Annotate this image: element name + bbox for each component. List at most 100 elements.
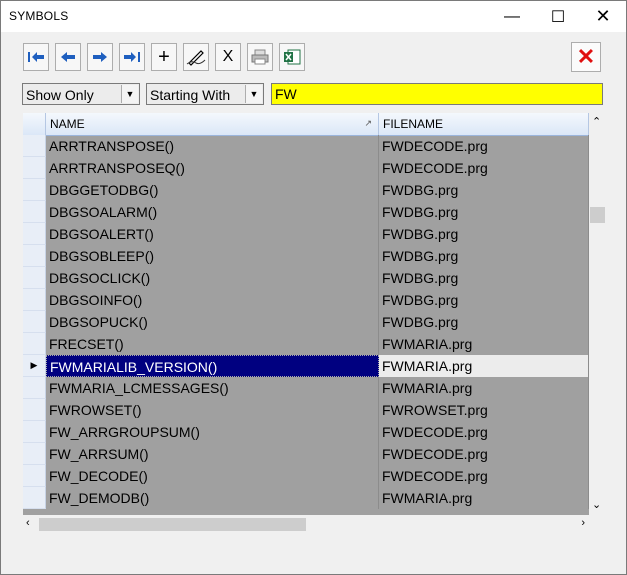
table-row[interactable]: FW_ARRGROUPSUM() FWDECODE.prg xyxy=(23,421,589,443)
row-selector[interactable] xyxy=(23,135,46,157)
table-row[interactable]: FW_ARRSUM() FWDECODE.prg xyxy=(23,443,589,465)
cell-filename[interactable]: FWDBG.prg xyxy=(379,245,589,267)
column-header-label: FILENAME xyxy=(383,117,444,131)
previous-record-icon xyxy=(60,51,76,63)
previous-record-button[interactable] xyxy=(55,43,81,71)
excel-export-button[interactable] xyxy=(279,43,305,71)
scroll-right-icon[interactable]: › xyxy=(581,517,585,529)
cell-filename[interactable]: FWDECODE.prg xyxy=(379,421,589,443)
cell-name[interactable]: DBGSOBLEEP() xyxy=(46,245,379,267)
row-selector[interactable] xyxy=(23,179,46,201)
delete-button[interactable]: X xyxy=(215,43,241,71)
row-selector[interactable] xyxy=(23,245,46,267)
row-selector[interactable] xyxy=(23,399,46,421)
row-selector[interactable] xyxy=(23,421,46,443)
horizontal-scrollbar[interactable]: ‹ › xyxy=(23,515,589,533)
filter-mode-value: Show Only xyxy=(26,87,94,103)
scroll-up-icon[interactable]: ⌃ xyxy=(592,115,601,128)
cell-name[interactable]: DBGSOALARM() xyxy=(46,201,379,223)
table-row[interactable]: DBGSOINFO() FWDBG.prg xyxy=(23,289,589,311)
table-row[interactable]: ARRTRANSPOSEQ() FWDECODE.prg xyxy=(23,157,589,179)
next-record-button[interactable] xyxy=(87,43,113,71)
table-row[interactable]: FW_DECODE() FWDECODE.prg xyxy=(23,465,589,487)
cell-filename[interactable]: FWMARIA.prg xyxy=(379,355,589,377)
first-record-button[interactable] xyxy=(23,43,49,71)
cell-name[interactable]: FWMARIALIB_VERSION() xyxy=(46,355,379,377)
cell-filename[interactable]: FWMARIA.prg xyxy=(379,333,589,355)
row-selector[interactable] xyxy=(23,487,46,509)
row-selector[interactable] xyxy=(23,223,46,245)
row-selector[interactable] xyxy=(23,289,46,311)
cell-name[interactable]: FW_ARRSUM() xyxy=(46,443,379,465)
cell-filename[interactable]: FWDECODE.prg xyxy=(379,465,589,487)
scroll-left-icon[interactable]: ‹ xyxy=(26,517,30,529)
cell-filename[interactable]: FWDBG.prg xyxy=(379,179,589,201)
column-header-filename[interactable]: FILENAME xyxy=(379,113,589,135)
cell-filename[interactable]: FWDECODE.prg xyxy=(379,135,589,157)
next-record-icon xyxy=(92,51,108,63)
row-selector[interactable] xyxy=(23,377,46,399)
cell-name[interactable]: DBGSOPUCK() xyxy=(46,311,379,333)
row-selector[interactable] xyxy=(23,443,46,465)
row-selector[interactable] xyxy=(23,311,46,333)
table-row[interactable]: DBGSOALARM() FWDBG.prg xyxy=(23,201,589,223)
last-record-icon xyxy=(123,51,141,63)
row-selector[interactable] xyxy=(23,267,46,289)
cell-filename[interactable]: FWMARIA.prg xyxy=(379,487,589,509)
minimize-button[interactable]: — xyxy=(489,1,535,32)
cell-name[interactable]: DBGGETODBG() xyxy=(46,179,379,201)
search-input[interactable] xyxy=(271,83,603,105)
print-button[interactable] xyxy=(247,43,273,71)
row-selector[interactable] xyxy=(23,465,46,487)
table-row[interactable]: FW_DEMODB() FWMARIA.prg xyxy=(23,487,589,509)
match-type-select[interactable]: Starting With ▼ xyxy=(146,83,264,105)
cell-name[interactable]: FRECSET() xyxy=(46,333,379,355)
cell-name[interactable]: FWMARIA_LCMESSAGES() xyxy=(46,377,379,399)
table-row[interactable]: FRECSET() FWMARIA.prg xyxy=(23,333,589,355)
cell-filename[interactable]: FWROWSET.prg xyxy=(379,399,589,421)
row-selector[interactable]: ▶ xyxy=(23,355,46,377)
last-record-button[interactable] xyxy=(119,43,145,71)
cell-filename[interactable]: FWDBG.prg xyxy=(379,289,589,311)
cell-filename[interactable]: FWDBG.prg xyxy=(379,201,589,223)
table-row[interactable]: DBGSOPUCK() FWDBG.prg xyxy=(23,311,589,333)
cell-filename[interactable]: FWDBG.prg xyxy=(379,311,589,333)
column-header-name[interactable]: NAME ↗ xyxy=(46,113,379,135)
cell-filename[interactable]: FWDBG.prg xyxy=(379,267,589,289)
cell-filename[interactable]: FWMARIA.prg xyxy=(379,377,589,399)
cell-name[interactable]: DBGSOCLICK() xyxy=(46,267,379,289)
cell-name[interactable]: FW_DECODE() xyxy=(46,465,379,487)
add-button[interactable]: + xyxy=(151,43,177,71)
table-row[interactable]: DBGGETODBG() FWDBG.prg xyxy=(23,179,589,201)
row-selector[interactable] xyxy=(23,201,46,223)
cell-name[interactable]: ARRTRANSPOSEQ() xyxy=(46,157,379,179)
cell-name[interactable]: ARRTRANSPOSE() xyxy=(46,135,379,157)
row-selector[interactable] xyxy=(23,333,46,355)
scroll-thumb[interactable] xyxy=(39,518,306,531)
row-selector[interactable] xyxy=(23,157,46,179)
filter-mode-select[interactable]: Show Only ▼ xyxy=(22,83,140,105)
table-row[interactable]: ARRTRANSPOSE() FWDECODE.prg xyxy=(23,135,589,157)
cell-name[interactable]: FW_DEMODB() xyxy=(46,487,379,509)
window-close-button[interactable]: ✕ xyxy=(580,1,626,32)
symbols-table[interactable]: NAME ↗ FILENAME ARRTRANSPOSE() FWDECODE.p… xyxy=(23,113,589,515)
close-dialog-button[interactable]: ✕ xyxy=(571,42,601,72)
cell-filename[interactable]: FWDBG.prg xyxy=(379,223,589,245)
edit-button[interactable] xyxy=(183,43,209,71)
table-row[interactable]: FWROWSET() FWROWSET.prg xyxy=(23,399,589,421)
table-row[interactable]: FWMARIA_LCMESSAGES() FWMARIA.prg xyxy=(23,377,589,399)
table-row[interactable]: DBGSOCLICK() FWDBG.prg xyxy=(23,267,589,289)
cell-name[interactable]: FW_ARRGROUPSUM() xyxy=(46,421,379,443)
cell-filename[interactable]: FWDECODE.prg xyxy=(379,157,589,179)
table-row[interactable]: ▶ FWMARIALIB_VERSION() FWMARIA.prg xyxy=(23,355,589,377)
table-row[interactable]: DBGSOALERT() FWDBG.prg xyxy=(23,223,589,245)
vertical-scrollbar[interactable]: ⌃ ⌄ xyxy=(589,113,606,515)
cell-filename[interactable]: FWDECODE.prg xyxy=(379,443,589,465)
cell-name[interactable]: FWROWSET() xyxy=(46,399,379,421)
cell-name[interactable]: DBGSOALERT() xyxy=(46,223,379,245)
scroll-down-icon[interactable]: ⌄ xyxy=(592,498,601,511)
cell-name[interactable]: DBGSOINFO() xyxy=(46,289,379,311)
table-row[interactable]: DBGSOBLEEP() FWDBG.prg xyxy=(23,245,589,267)
maximize-button[interactable]: ☐ xyxy=(535,1,581,32)
scroll-thumb[interactable] xyxy=(590,207,605,223)
